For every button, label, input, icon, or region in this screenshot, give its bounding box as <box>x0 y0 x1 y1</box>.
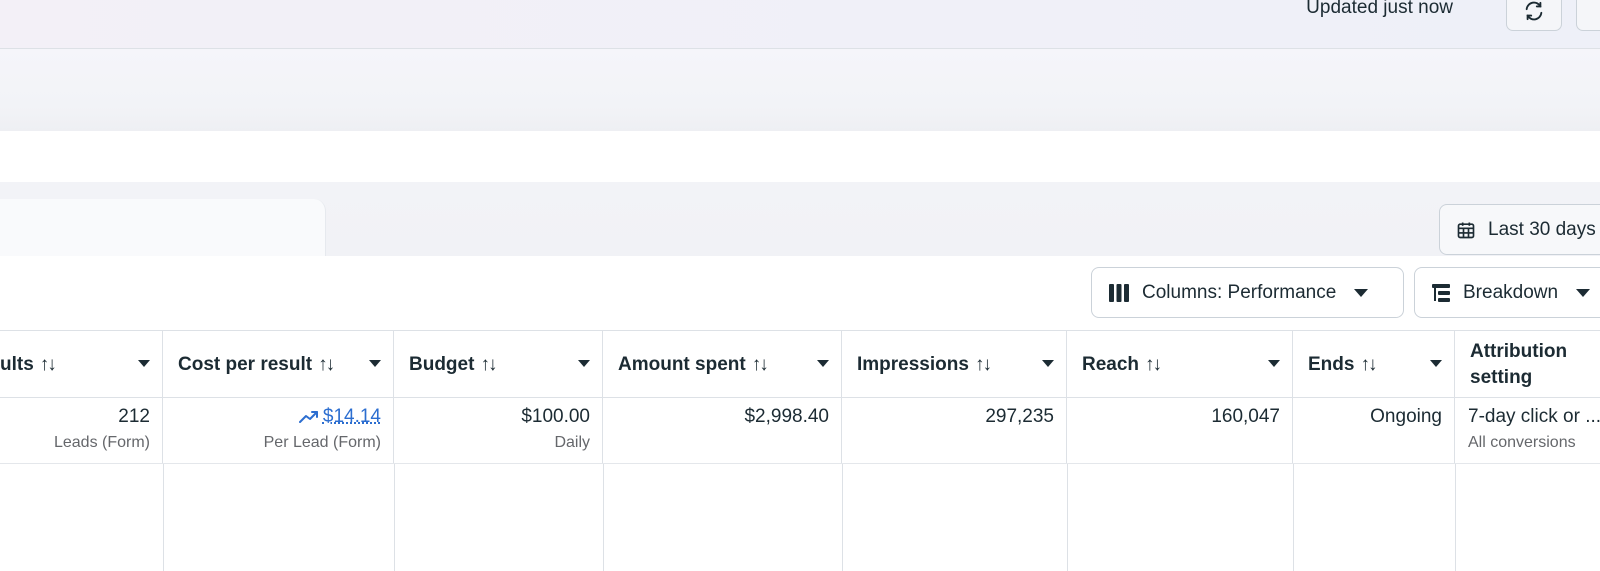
sort-icon[interactable]: ↑↓ <box>1360 354 1377 376</box>
table-row[interactable]: 212 Leads (Form) $14.14 Per Lead (Form) … <box>0 398 1600 464</box>
sort-icon[interactable]: ↑↓ <box>752 354 769 376</box>
top-bar: Updated just now <box>0 0 1600 49</box>
updated-status-text: Updated just now <box>1306 0 1453 18</box>
cell-ends: Ongoing <box>1293 398 1455 463</box>
date-range-label: Last 30 days <box>1488 218 1596 240</box>
sort-icon[interactable]: ↑↓ <box>40 354 57 376</box>
breakdown-button[interactable]: Breakdown <box>1414 267 1600 318</box>
campaign-table: ults ↑↓ Cost per result ↑↓ Budget ↑↓ Amo… <box>0 330 1600 571</box>
column-header-results[interactable]: ults ↑↓ <box>0 331 163 398</box>
chevron-down-icon[interactable] <box>1268 360 1280 367</box>
chevron-down-icon <box>1354 288 1369 297</box>
cost-per-result-link[interactable]: $14.14 <box>323 406 381 427</box>
cell-reach: 160,047 <box>1067 398 1293 463</box>
table-header-row: ults ↑↓ Cost per result ↑↓ Budget ↑↓ Amo… <box>0 330 1600 398</box>
columns-icon <box>1109 283 1129 302</box>
cell-budget: $100.00 Daily <box>394 398 603 463</box>
chevron-down-icon <box>1576 288 1591 297</box>
cell-amount-spent: $2,998.40 <box>603 398 842 463</box>
spacer-band <box>0 131 1600 182</box>
sort-icon[interactable]: ↑↓ <box>975 354 992 376</box>
columns-label: Columns: Performance <box>1142 281 1337 303</box>
chevron-down-icon[interactable] <box>138 360 150 367</box>
empty-cell <box>842 464 1068 571</box>
column-header-impressions[interactable]: Impressions ↑↓ <box>842 331 1067 398</box>
date-range-button[interactable]: Last 30 days <box>1439 204 1600 255</box>
empty-table-area <box>0 464 1600 571</box>
chevron-down-icon[interactable] <box>1042 360 1054 367</box>
cell-impressions: 297,235 <box>842 398 1067 463</box>
column-header-budget[interactable]: Budget ↑↓ <box>394 331 603 398</box>
empty-cell <box>1067 464 1294 571</box>
breakdown-icon <box>1432 283 1450 302</box>
empty-cell <box>1293 464 1456 571</box>
column-header-ends[interactable]: Ends ↑↓ <box>1293 331 1455 398</box>
active-tab[interactable] <box>0 199 326 256</box>
header-band <box>0 49 1600 131</box>
chevron-down-icon[interactable] <box>1430 360 1442 367</box>
column-header-reach[interactable]: Reach ↑↓ <box>1067 331 1293 398</box>
chevron-down-icon[interactable] <box>817 360 829 367</box>
sort-icon[interactable]: ↑↓ <box>318 354 335 376</box>
chevron-down-icon[interactable] <box>369 360 381 367</box>
overflow-button[interactable] <box>1576 0 1600 31</box>
column-header-cost-per-result[interactable]: Cost per result ↑↓ <box>163 331 394 398</box>
empty-cell <box>163 464 395 571</box>
cell-results: 212 Leads (Form) <box>0 398 163 463</box>
columns-button[interactable]: Columns: Performance <box>1091 267 1404 318</box>
refresh-icon <box>1525 1 1543 20</box>
cell-cost-per-result: $14.14 Per Lead (Form) <box>163 398 394 463</box>
column-header-attribution[interactable]: Attribution setting <box>1455 331 1600 398</box>
breakdown-label: Breakdown <box>1463 281 1559 303</box>
chevron-down-icon[interactable] <box>578 360 590 367</box>
calendar-icon <box>1457 222 1475 238</box>
empty-cell <box>394 464 604 571</box>
empty-cell <box>603 464 843 571</box>
cell-attribution: 7-day click or ... All conversions <box>1468 406 1600 451</box>
sort-icon[interactable]: ↑↓ <box>480 354 497 376</box>
refresh-button[interactable] <box>1506 0 1562 31</box>
column-header-amount-spent[interactable]: Amount spent ↑↓ <box>603 331 842 398</box>
empty-cell <box>0 464 164 571</box>
sort-icon[interactable]: ↑↓ <box>1145 354 1162 376</box>
trend-up-icon <box>298 410 318 423</box>
